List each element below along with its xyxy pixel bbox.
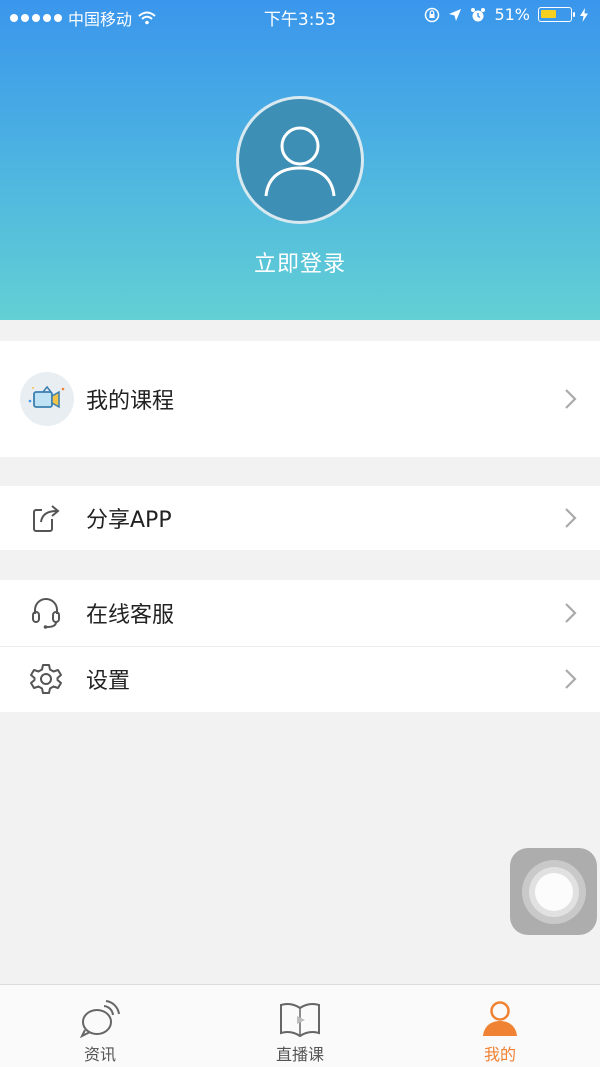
tab-label: 资讯 xyxy=(83,1045,116,1064)
share-icon xyxy=(28,500,64,536)
menu-label: 分享APP xyxy=(86,508,172,533)
news-chat-icon xyxy=(78,999,122,1039)
battery-percent: 51% xyxy=(494,5,530,24)
user-icon xyxy=(478,999,522,1039)
profile-header: 中国移动 下午3:53 51% 立即登录 xyxy=(0,0,600,320)
menu-card-courses: 我的课程 xyxy=(0,341,600,457)
menu-item-share-app[interactable]: 分享APP xyxy=(0,486,600,550)
tab-news[interactable]: 资讯 xyxy=(0,985,200,1067)
battery-icon xyxy=(538,7,575,22)
menu-item-my-courses[interactable]: 我的课程 xyxy=(0,341,600,457)
menu-card-share: 分享APP xyxy=(0,486,600,550)
menu-label: 在线客服 xyxy=(86,603,175,628)
chevron-right-icon xyxy=(565,389,577,409)
alarm-icon xyxy=(471,7,486,21)
chevron-right-icon xyxy=(565,603,577,623)
chevron-right-icon xyxy=(565,669,577,689)
orientation-lock-icon xyxy=(425,7,440,22)
tab-label: 我的 xyxy=(483,1045,516,1064)
status-bar: 中国移动 下午3:53 51% xyxy=(0,0,600,32)
menu-card-support: 在线客服 设置 xyxy=(0,580,600,712)
user-avatar-icon xyxy=(264,126,336,197)
menu-label: 我的课程 xyxy=(86,389,175,414)
chevron-right-icon xyxy=(565,508,577,528)
login-button[interactable]: 立即登录 xyxy=(0,246,600,278)
tab-label: 直播课 xyxy=(275,1045,324,1064)
menu-item-settings[interactable]: 设置 xyxy=(0,646,600,712)
menu-item-online-service[interactable]: 在线客服 xyxy=(0,580,600,646)
tab-live-class[interactable]: 直播课 xyxy=(200,985,400,1067)
location-arrow-icon xyxy=(449,8,462,21)
menu-label: 设置 xyxy=(86,669,131,694)
assistive-touch-button[interactable] xyxy=(510,848,597,935)
book-play-icon xyxy=(278,999,322,1039)
status-right: 51% xyxy=(424,5,588,24)
headset-icon xyxy=(28,595,64,631)
tab-mine[interactable]: 我的 xyxy=(400,985,600,1067)
charging-bolt-icon xyxy=(580,7,588,22)
video-course-icon xyxy=(20,372,74,426)
avatar[interactable] xyxy=(236,96,364,224)
tab-bar: 资讯 直播课 我的 xyxy=(0,984,600,1067)
gear-icon xyxy=(28,661,64,697)
